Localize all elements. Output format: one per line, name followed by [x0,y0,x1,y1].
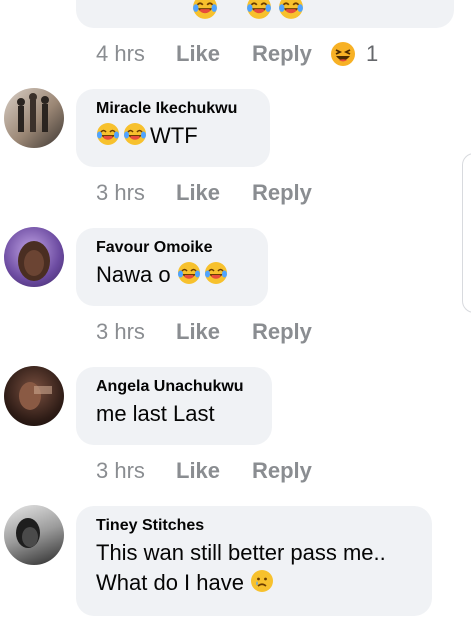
face-with-tears-of-joy-icon [278,0,304,20]
comment-actions: 3 hrs Like Reply [96,458,312,484]
comment-time: 3 hrs [96,180,145,205]
comment-bubble: Tiney Stitches This wan still better pas… [76,506,432,616]
face-with-tears-of-joy-icon [177,261,201,285]
comment-text-row: What do I have [96,568,412,598]
reply-button[interactable]: Reply [252,180,312,206]
comment-text-row: WTF [96,121,250,151]
avatar-photo [18,241,50,281]
face-with-tears-of-joy-icon [96,122,120,146]
like-button[interactable]: Like [176,41,252,67]
commenter-name[interactable]: Tiney Stitches [96,516,412,536]
previous-comment-actions: 4 hrs Like Reply [96,41,312,67]
avatar[interactable] [4,505,64,565]
face-with-tears-of-joy-icon [246,0,272,20]
comment-text: This wan still better pass me.. [96,540,386,565]
haha-reaction-icon[interactable] [330,41,356,67]
side-panel-edge [462,153,471,313]
face-with-tears-of-joy-icon [204,261,228,285]
avatar-photo [16,518,40,548]
avatar[interactable] [4,227,64,287]
like-button[interactable]: Like [176,180,252,206]
commenter-name[interactable]: Favour Omoike [96,238,248,258]
face-with-tears-of-joy-icon [192,0,218,20]
reaction-count: 1 [366,41,379,66]
comment-text-row: Nawa o [96,260,248,290]
commenter-name[interactable]: Miracle Ikechukwu [96,99,250,119]
reply-button[interactable]: Reply [252,319,312,345]
like-button[interactable]: Like [176,458,252,484]
commenter-name[interactable]: Angela Unachukwu [96,377,252,397]
comment-bubble: Favour Omoike Nawa o [76,228,268,306]
avatar[interactable] [4,366,64,426]
comment-actions: 3 hrs Like Reply [96,180,312,206]
comment-bubble: Angela Unachukwu me last Last [76,367,272,445]
previous-comment-bubble [76,0,454,28]
avatar-photo [17,93,49,132]
comment-text: Nawa o [96,262,171,287]
reply-button[interactable]: Reply [252,41,312,67]
avatar-photo [19,382,52,410]
reply-button[interactable]: Reply [252,458,312,484]
crying-face-icon [250,569,274,593]
comment-actions: 3 hrs Like Reply [96,319,312,345]
avatar[interactable] [4,88,64,148]
comment-time: 3 hrs [96,458,145,483]
face-with-tears-of-joy-icon [123,122,147,146]
comment-text: WTF [150,123,198,148]
comment-bubble: Miracle Ikechukwu WTF [76,89,270,167]
comment-time: 4 hrs [96,41,145,66]
comment-time: 3 hrs [96,319,145,344]
like-button[interactable]: Like [176,319,252,345]
comment-text: me last Last [96,401,215,426]
comment-text: What do I have [96,570,244,595]
